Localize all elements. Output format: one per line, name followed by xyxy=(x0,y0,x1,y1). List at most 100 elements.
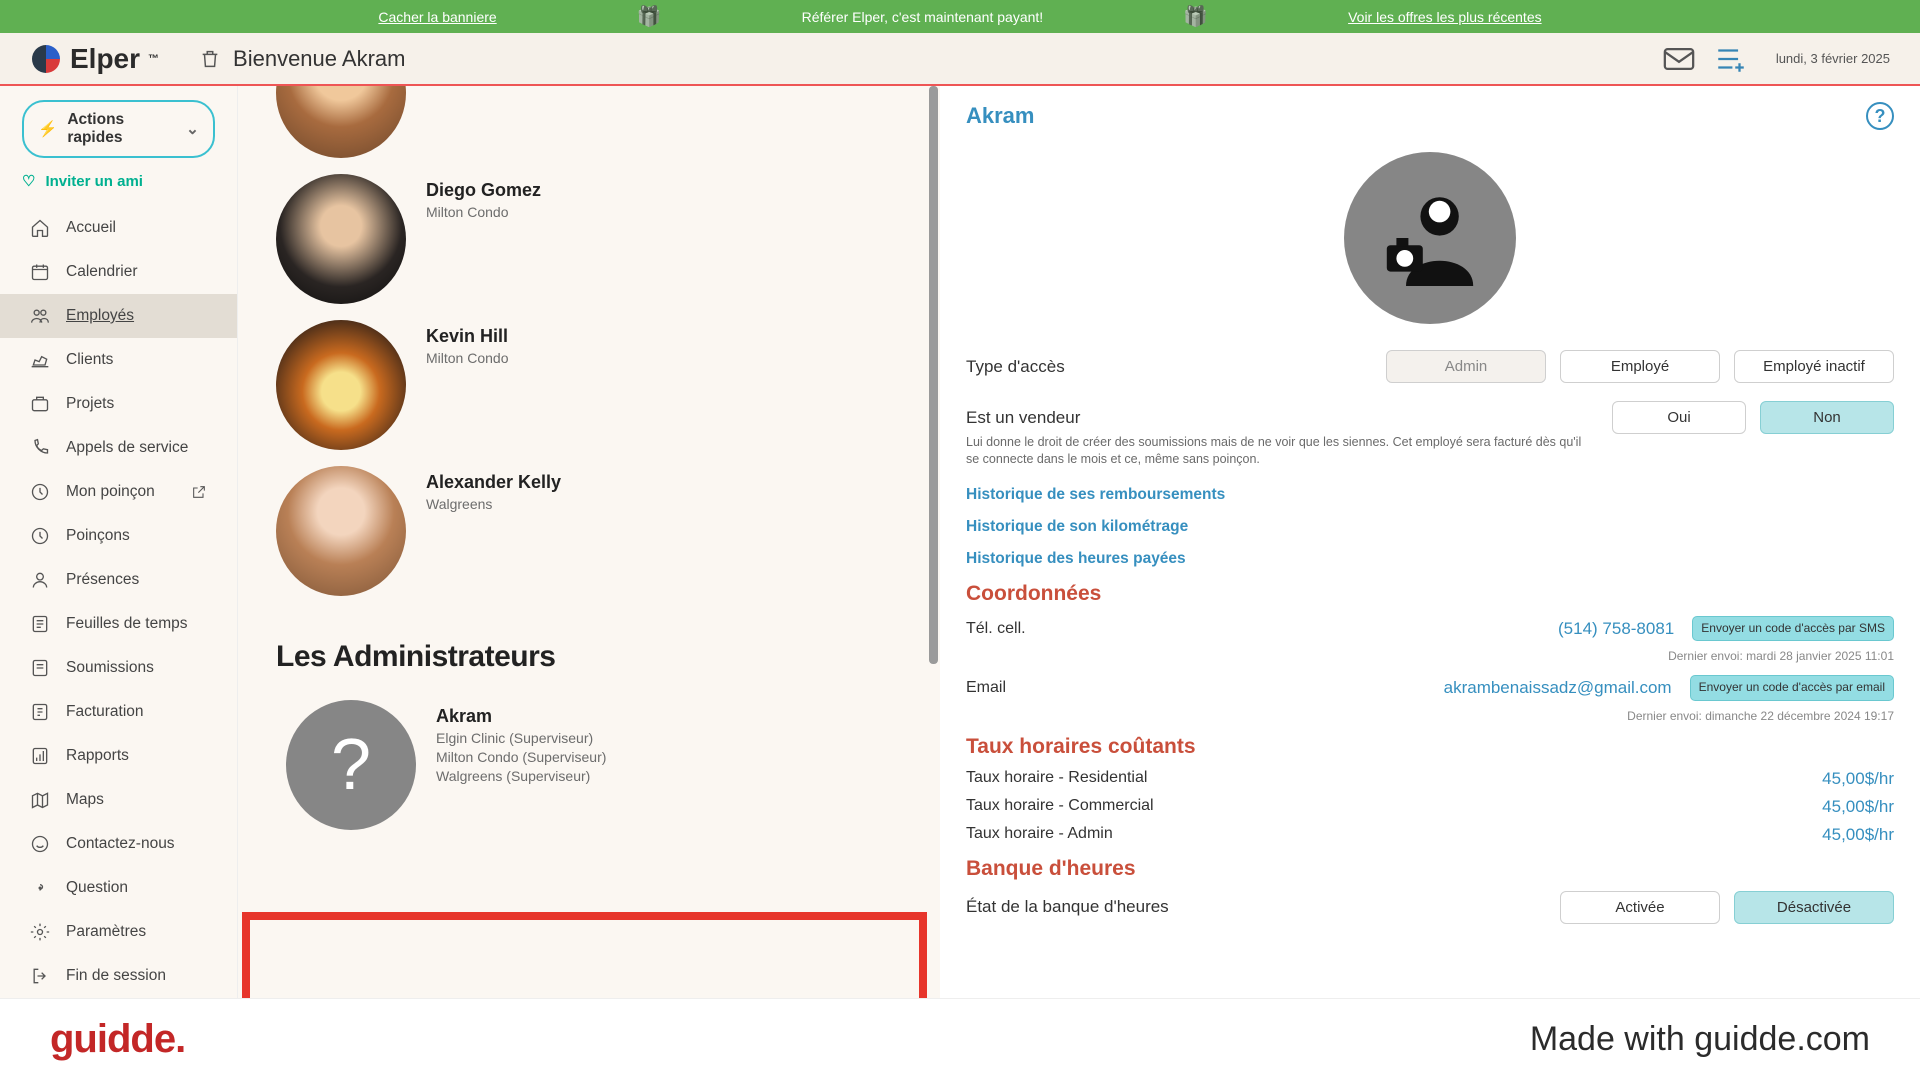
history-paid-hours-link[interactable]: Historique des heures payées xyxy=(966,550,1894,568)
sidebar-item-quotes[interactable]: Soumissions xyxy=(0,646,237,690)
billing-icon xyxy=(30,702,50,722)
topbar: Elper™ Bienvenue Akram lundi, 3 février … xyxy=(0,33,1920,86)
access-type-group: Admin Employé Employé inactif xyxy=(1386,350,1894,383)
sidebar-item-question[interactable]: Question xyxy=(0,866,237,910)
scrollbar[interactable] xyxy=(926,86,940,998)
date-text: lundi, 3 février 2025 xyxy=(1776,51,1890,66)
question-icon xyxy=(30,878,50,898)
logo[interactable]: Elper™ xyxy=(30,43,159,75)
admins-heading: Les Administrateurs xyxy=(276,640,902,674)
trash-icon[interactable] xyxy=(199,48,221,70)
sidebar-item-label: Contactez-nous xyxy=(66,835,175,853)
avatar xyxy=(276,86,406,158)
list-item[interactable]: Alexander KellyWalgreens xyxy=(238,458,940,604)
logo-text: Elper xyxy=(70,43,140,75)
access-employee-button[interactable]: Employé xyxy=(1560,350,1720,383)
admin-role: Walgreens (Superviseur) xyxy=(436,768,606,784)
list-item[interactable]: Diego GomezMilton Condo xyxy=(238,166,940,312)
avatar xyxy=(276,466,406,596)
sidebar-item-label: Rapports xyxy=(66,747,129,765)
quotes-icon xyxy=(30,658,50,678)
sidebar-item-projects[interactable]: Projets xyxy=(0,382,237,426)
list-add-icon[interactable] xyxy=(1714,42,1748,76)
sidebar-item-label: Poinçons xyxy=(66,527,130,545)
sidebar-item-employees[interactable]: Employés xyxy=(0,294,237,338)
settings-icon xyxy=(30,922,50,942)
sidebar-item-billing[interactable]: Facturation xyxy=(0,690,237,734)
avatar xyxy=(276,320,406,450)
sidebar-item-service-calls[interactable]: Appels de service xyxy=(0,426,237,470)
sidebar-item-logout[interactable]: Fin de session xyxy=(0,954,237,998)
sidebar-item-contact[interactable]: Contactez-nous xyxy=(0,822,237,866)
history-reimbursements-link[interactable]: Historique de ses remboursements xyxy=(966,486,1894,504)
list-item[interactable] xyxy=(238,86,940,166)
sidebar-item-home[interactable]: Accueil xyxy=(0,206,237,250)
seller-note: Lui donne le droit de créer des soumissi… xyxy=(966,434,1586,468)
help-icon[interactable]: ? xyxy=(1866,102,1894,130)
seller-yes-button[interactable]: Oui xyxy=(1612,401,1746,434)
employee-name: Diego Gomez xyxy=(426,180,541,201)
hide-banner-link[interactable]: Cacher la banniere xyxy=(378,9,496,25)
sidebar-item-label: Paramètres xyxy=(66,923,146,941)
bank-off-button[interactable]: Désactivée xyxy=(1734,891,1894,924)
access-inactive-button[interactable]: Employé inactif xyxy=(1734,350,1894,383)
seller-group: Oui Non xyxy=(1612,401,1894,434)
sidebar-item-label: Projets xyxy=(66,395,114,413)
rate-value[interactable]: 45,00$/hr xyxy=(1822,825,1894,845)
maps-icon xyxy=(30,790,50,810)
sidebar-item-label: Soumissions xyxy=(66,659,154,677)
mail-icon[interactable] xyxy=(1662,42,1696,76)
sidebar-item-presences[interactable]: Présences xyxy=(0,558,237,602)
rate-row: Taux horaire - Commercial45,00$/hr xyxy=(966,797,1894,817)
sidebar-item-timesheets[interactable]: Feuilles de temps xyxy=(0,602,237,646)
sidebar-item-calendar[interactable]: Calendrier xyxy=(0,250,237,294)
banner-center-text: Référer Elper, c'est maintenant payant! xyxy=(802,9,1044,25)
bank-state-label: État de la banque d'heures xyxy=(966,897,1560,917)
invite-friend-link[interactable]: ♡ Inviter un ami xyxy=(22,172,215,190)
detail-name: Akram xyxy=(966,103,1034,129)
logo-mark-icon xyxy=(30,43,62,75)
sidebar-item-my-punch[interactable]: Mon poinçon xyxy=(0,470,237,514)
history-mileage-link[interactable]: Historique de son kilométrage xyxy=(966,518,1894,536)
avatar xyxy=(276,174,406,304)
sidebar-item-clients[interactable]: Clients xyxy=(0,338,237,382)
employee-name: Alexander Kelly xyxy=(426,472,561,493)
guidde-logo: guidde. xyxy=(50,1017,185,1062)
sidebar-item-label: Feuilles de temps xyxy=(66,615,187,633)
my-punch-icon xyxy=(30,482,50,502)
sidebar-item-punches[interactable]: Poinçons xyxy=(0,514,237,558)
annotation-highlight xyxy=(242,912,927,998)
logout-icon xyxy=(30,966,50,986)
gift-icon: 🎁 xyxy=(637,4,662,29)
sidebar: ⚡ Actions rapides ⌄ ♡ Inviter un ami Acc… xyxy=(0,86,238,998)
sidebar-item-label: Mon poinçon xyxy=(66,483,155,501)
admin-name: Akram xyxy=(436,706,606,727)
access-admin-button[interactable]: Admin xyxy=(1386,350,1546,383)
sidebar-item-label: Employés xyxy=(66,307,134,325)
rate-value[interactable]: 45,00$/hr xyxy=(1822,769,1894,789)
bank-heading: Banque d'heures xyxy=(966,857,1894,881)
send-sms-code-button[interactable]: Envoyer un code d'accès par SMS xyxy=(1692,616,1894,642)
send-email-code-button[interactable]: Envoyer un code d'accès par email xyxy=(1690,675,1894,701)
tel-value[interactable]: (514) 758-8081 xyxy=(1558,619,1674,639)
punches-icon xyxy=(30,526,50,546)
admin-row-akram[interactable]: ? Akram Elgin Clinic (Superviseur) Milto… xyxy=(238,692,940,838)
sidebar-item-maps[interactable]: Maps xyxy=(0,778,237,822)
bolt-icon: ⚡ xyxy=(38,120,57,139)
contact-icon xyxy=(30,834,50,854)
sidebar-item-label: Facturation xyxy=(66,703,144,721)
list-item[interactable]: Kevin HillMilton Condo xyxy=(238,312,940,458)
bank-on-button[interactable]: Activée xyxy=(1560,891,1720,924)
offers-link[interactable]: Voir les offres les plus récentes xyxy=(1348,9,1542,25)
email-value[interactable]: akrambenaissadz@gmail.com xyxy=(1444,678,1672,698)
sidebar-item-reports[interactable]: Rapports xyxy=(0,734,237,778)
sidebar-item-settings[interactable]: Paramètres xyxy=(0,910,237,954)
quick-actions-button[interactable]: ⚡ Actions rapides ⌄ xyxy=(22,100,215,158)
timesheets-icon xyxy=(30,614,50,634)
seller-label: Est un vendeur xyxy=(966,408,1612,428)
profile-picture-placeholder[interactable] xyxy=(1344,152,1516,324)
email-label: Email xyxy=(966,679,1444,697)
seller-no-button[interactable]: Non xyxy=(1760,401,1894,434)
rate-value[interactable]: 45,00$/hr xyxy=(1822,797,1894,817)
employees-icon xyxy=(30,306,50,326)
